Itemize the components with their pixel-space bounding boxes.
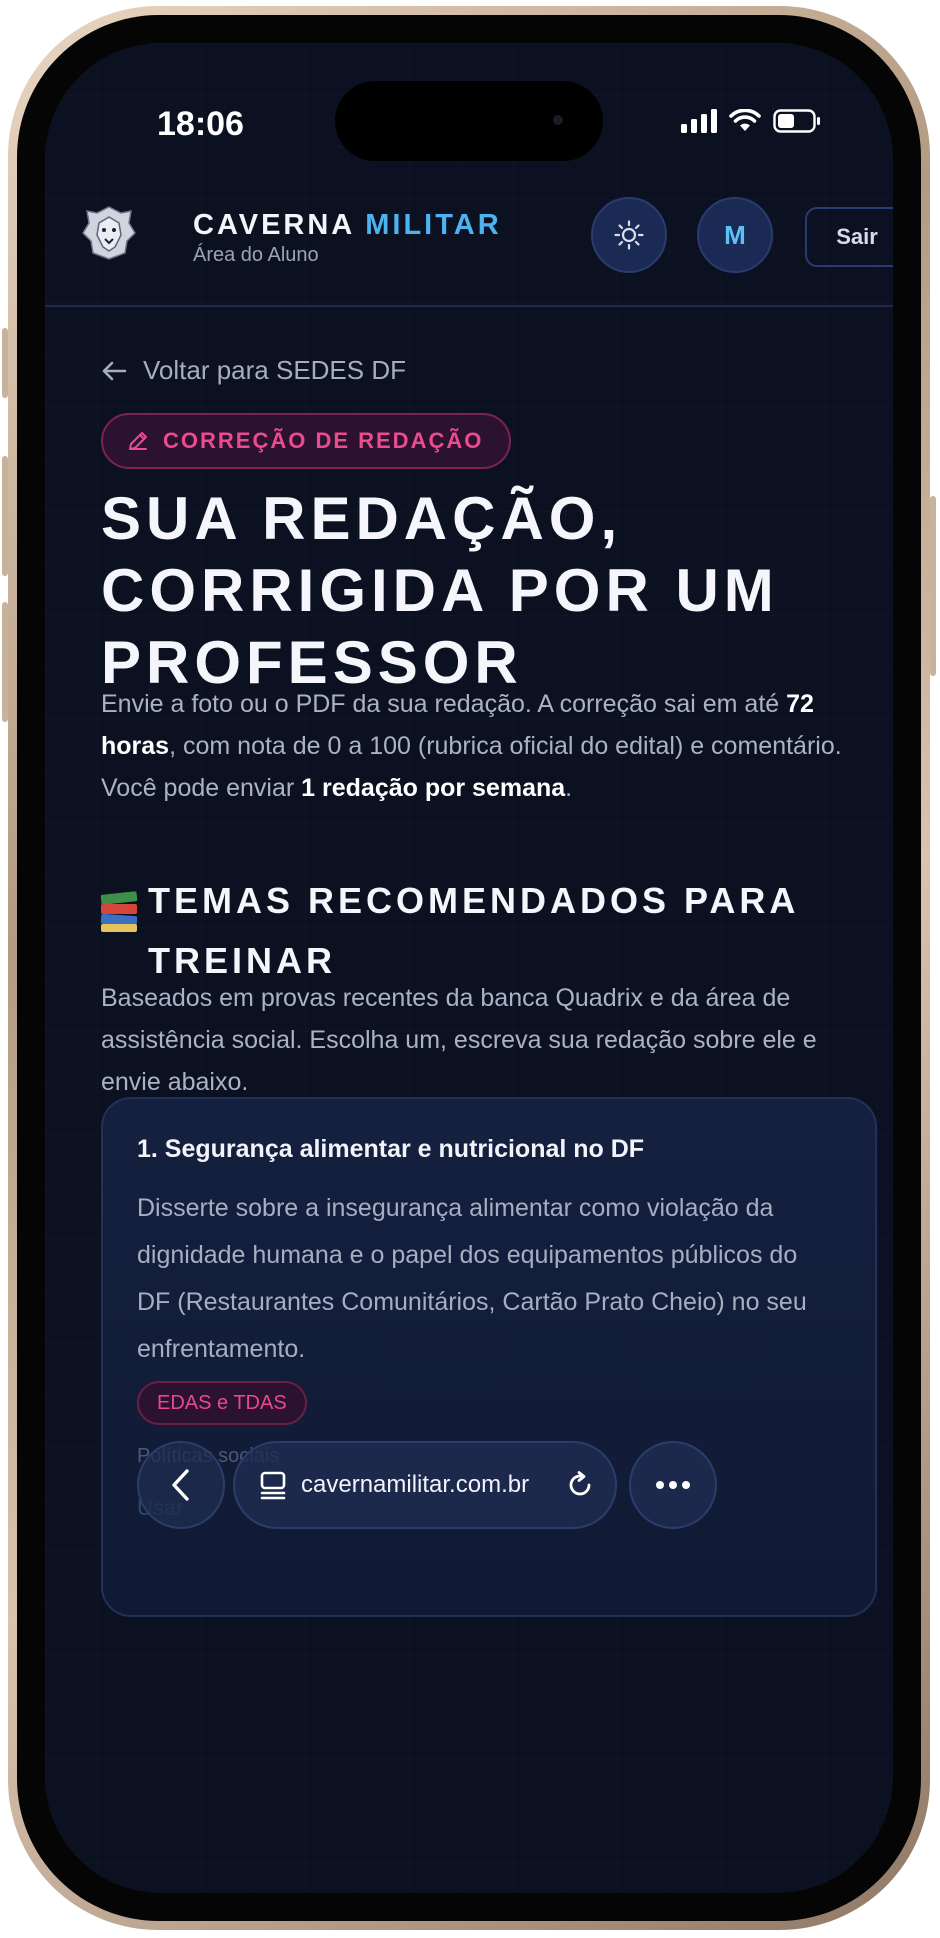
reload-icon[interactable] — [565, 1470, 595, 1500]
brand: CAVERNA MILITAR Área do Aluno — [193, 209, 502, 267]
dynamic-island — [335, 81, 603, 161]
theme-toggle-button[interactable] — [591, 197, 667, 273]
intro-bold-weekly-limit: 1 redação por semana — [301, 774, 566, 802]
topic-title: 1. Segurança alimentar e nutricional no … — [137, 1135, 645, 1163]
section-description: Baseados em provas recentes da banca Qua… — [101, 984, 817, 1096]
browser-more-button[interactable] — [629, 1441, 717, 1529]
books-icon — [100, 891, 138, 933]
avatar-button[interactable]: M — [697, 197, 773, 273]
lion-logo-icon[interactable] — [79, 203, 139, 263]
page-title-line-2: CORRIGIDA POR UM — [101, 557, 779, 624]
app-header: CAVERNA MILITAR Área do Aluno M Sair — [45, 193, 893, 307]
arrow-left-icon — [102, 361, 127, 380]
more-icon — [656, 1481, 690, 1489]
topic-tag: EDAS e TDAS — [137, 1381, 307, 1425]
url-bar[interactable]: cavernamilitar.com.br — [233, 1441, 617, 1529]
phone-bezel: 18:06 CAVERNA MILITAR Área do Aluno M Sa… — [17, 15, 921, 1921]
volume-up-button — [2, 456, 8, 576]
section-title: TEMAS RECOMENDADOS PARA TREINAR — [147, 880, 798, 981]
page-title: SUA REDAÇÃO, CORRIGIDA POR UM PROFESSOR — [101, 483, 893, 699]
battery-icon — [773, 109, 820, 133]
power-button — [930, 496, 936, 676]
tabs-icon — [260, 1471, 286, 1500]
section-tag: CORREÇÃO DE REDAÇÃO — [101, 413, 512, 469]
topic-description: Disserte sobre a insegurança alimentar c… — [137, 1194, 807, 1363]
brand-title: CAVERNA MILITAR — [193, 209, 502, 242]
browser-back-button[interactable] — [137, 1441, 225, 1529]
camera-icon — [553, 115, 563, 125]
pencil-icon — [129, 432, 147, 450]
chevron-left-icon — [172, 1469, 189, 1501]
phone-frame: 18:06 CAVERNA MILITAR Área do Aluno M Sa… — [2, 6, 936, 1930]
back-link-label: Voltar para SEDES DF — [143, 355, 406, 385]
logout-button[interactable]: Sair — [805, 207, 893, 267]
url-text[interactable]: cavernamilitar.com.br — [301, 1471, 551, 1499]
brand-subtitle: Área do Aluno — [193, 244, 319, 266]
status-icons — [681, 109, 821, 133]
mute-switch — [2, 328, 8, 398]
status-time: 18:06 — [157, 105, 244, 143]
back-link[interactable]: Voltar para SEDES DF — [101, 355, 406, 386]
sun-icon — [614, 220, 644, 250]
intro-text: Envie a foto ou o PDF da sua redação. A … — [101, 683, 881, 809]
screen: 18:06 CAVERNA MILITAR Área do Aluno M Sa… — [45, 43, 893, 1893]
volume-down-button — [2, 602, 8, 722]
signal-icon — [681, 109, 717, 133]
topic-card[interactable]: 1. Segurança alimentar e nutricional no … — [101, 1097, 877, 1617]
intro-part-1: Envie a foto ou o PDF da sua redação. A … — [101, 690, 787, 718]
brand-name-caverna: CAVERNA — [193, 209, 355, 241]
wifi-icon — [729, 109, 761, 131]
tag-label: CORREÇÃO DE REDAÇÃO — [163, 428, 484, 453]
intro-part-3: . — [565, 774, 573, 802]
brand-name-militar: MILITAR — [365, 209, 502, 241]
recommended-topics-heading: TEMAS RECOMENDADOS PARA TREINAR — [100, 871, 881, 991]
page-title-line-1: SUA REDAÇÃO, — [101, 485, 623, 552]
